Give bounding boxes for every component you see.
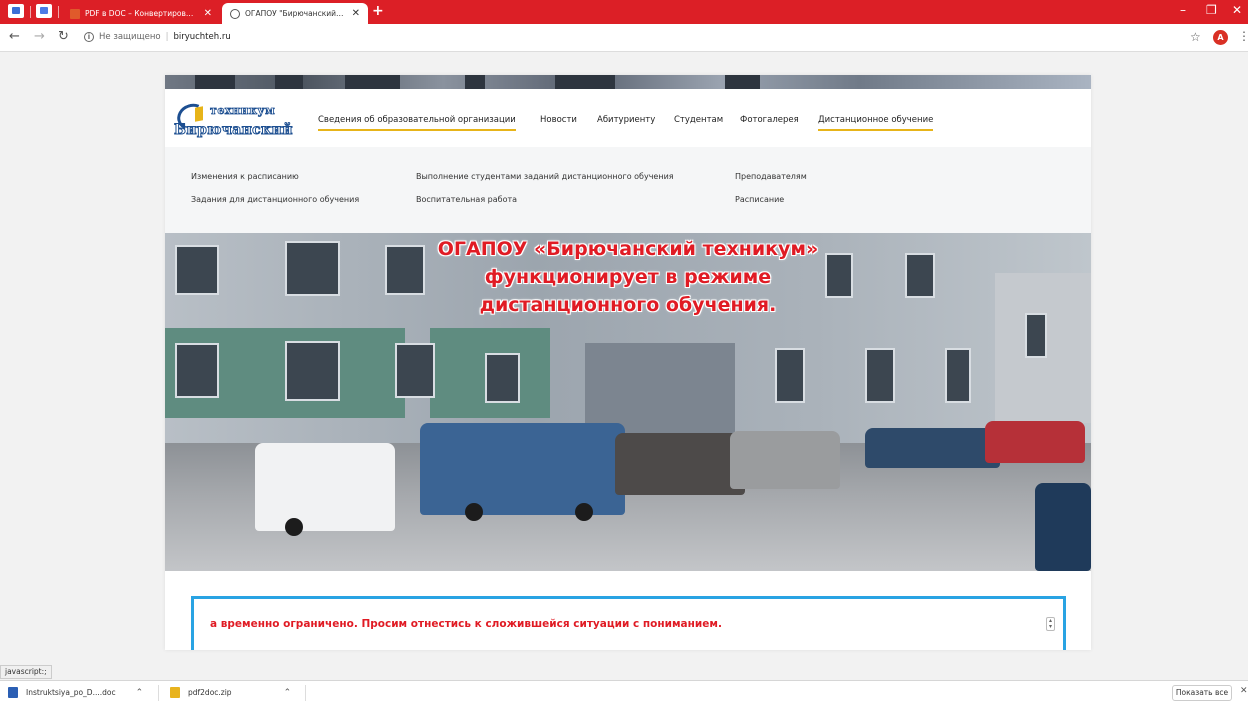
logo-line2: Бирючанский	[174, 122, 293, 139]
red-car	[985, 421, 1085, 463]
website-container: техникум Бирючанский Сведения об образов…	[165, 75, 1091, 650]
tab-separator	[58, 6, 59, 18]
submenu-educational-work[interactable]: Воспитательная работа	[416, 195, 517, 204]
tab-label: ОГАПОУ "Бирючанский техникум"	[245, 9, 346, 18]
grey-car	[730, 431, 840, 489]
marquee-notice: а временно ограничено. Просим отнестись …	[191, 596, 1066, 650]
nav-students[interactable]: Студентам	[674, 115, 723, 125]
profile-avatar[interactable]: A	[1213, 30, 1228, 45]
dark-car	[615, 433, 745, 495]
reload-icon[interactable]: ↻	[58, 29, 69, 44]
entrance-canopy	[585, 343, 735, 433]
white-car	[255, 443, 395, 531]
close-window-icon[interactable]: ✕	[1232, 3, 1242, 17]
nav-news[interactable]: Новости	[540, 115, 577, 125]
minimize-icon[interactable]: –	[1180, 3, 1186, 17]
logo-flag-icon	[195, 106, 203, 122]
pinned-tab-2[interactable]	[36, 4, 52, 18]
close-icon[interactable]: ✕	[204, 8, 212, 19]
security-label: Не защищено	[99, 32, 161, 42]
header-photo-strip	[165, 75, 1091, 89]
dark-blue-car	[1035, 483, 1091, 571]
logo-line1: техникум	[210, 104, 276, 118]
submenu-schedule[interactable]: Расписание	[735, 195, 784, 204]
status-bubble: javascript:;	[0, 665, 52, 679]
hero-title-line3: дистанционного обучения.	[479, 294, 777, 316]
site-logo[interactable]: техникум Бирючанский	[173, 99, 308, 142]
submenu-distance-tasks[interactable]: Задания для дистанционного обучения	[191, 195, 359, 204]
bookmark-star-icon[interactable]: ☆	[1190, 30, 1201, 44]
tab-biryuchteh[interactable]: ОГАПОУ "Бирючанский техникум" ✕	[222, 3, 368, 24]
divider: |	[165, 32, 169, 42]
zip-file-icon	[170, 687, 180, 698]
globe-icon	[230, 8, 240, 19]
maximize-icon[interactable]: ❐	[1206, 3, 1217, 17]
chevron-up-icon[interactable]: ⌃	[284, 688, 292, 698]
submenu-schedule-changes[interactable]: Изменения к расписанию	[191, 172, 299, 181]
notice-text: а временно ограничено. Просим отнестись …	[210, 618, 722, 630]
hero-title-line1: ОГАПОУ «Бирючанский техникум»	[437, 238, 819, 260]
nav-applicants[interactable]: Абитуриенту	[597, 115, 655, 125]
downloads-bar: Instruktsiya_po_D....doc ⌃ pdf2doc.zip ⌃…	[0, 680, 1248, 704]
hero-banner: ОГАПОУ «Бирючанский техникум» функционир…	[165, 233, 1091, 571]
back-icon[interactable]: ←	[9, 29, 20, 44]
tab-strip: PDF в DOC – Конвертировать PDF ✕ ОГАПОУ …	[0, 0, 1248, 24]
chevron-up-icon[interactable]: ⌃	[136, 688, 144, 698]
blue-suv	[420, 423, 625, 515]
nav-about[interactable]: Сведения об образовательной организации	[318, 115, 516, 131]
address-bar[interactable]: i Не защищено | biryuchteh.ru	[84, 28, 1184, 46]
pdf-icon	[70, 8, 80, 19]
forward-icon[interactable]: →	[34, 29, 45, 44]
word-file-icon	[8, 687, 18, 698]
dropdown-submenu: Изменения к расписанию Выполнение студен…	[165, 147, 1091, 233]
submenu-teachers[interactable]: Преподавателям	[735, 172, 807, 181]
download-item-doc[interactable]: Instruktsiya_po_D....doc ⌃	[8, 687, 143, 698]
nav-gallery[interactable]: Фотогалерея	[740, 115, 799, 125]
new-tab-button[interactable]: +	[372, 3, 384, 19]
show-all-button[interactable]: Показать все	[1172, 685, 1232, 701]
close-icon[interactable]: ✕	[1240, 686, 1248, 696]
menu-kebab-icon[interactable]: ⋮	[1238, 29, 1248, 43]
tab-separator	[30, 6, 31, 18]
hero-title-line2: функционирует в режиме	[484, 266, 772, 288]
tab-pdf-to-doc[interactable]: PDF в DOC – Конвертировать PDF ✕	[62, 3, 220, 24]
pinned-tab-1[interactable]	[8, 4, 24, 18]
browser-toolbar: ← → ↻ i Не защищено | biryuchteh.ru ☆ A …	[0, 24, 1248, 52]
scroll-arrows-icon[interactable]: ▴ ▾	[1046, 617, 1055, 631]
nav-distance-learning[interactable]: Дистанционное обучение	[818, 115, 934, 131]
site-header: техникум Бирючанский Сведения об образов…	[165, 89, 1091, 147]
download-item-zip[interactable]: pdf2doc.zip ⌃	[170, 687, 291, 698]
download-name: pdf2doc.zip	[188, 688, 232, 697]
submenu-student-assignments[interactable]: Выполнение студентами заданий дистанцион…	[416, 172, 674, 181]
info-icon[interactable]: i	[84, 32, 94, 42]
close-icon[interactable]: ✕	[352, 8, 360, 19]
navy-car	[865, 428, 1000, 468]
url-text: biryuchteh.ru	[173, 32, 231, 42]
tab-label: PDF в DOC – Конвертировать PDF	[85, 9, 198, 18]
download-name: Instruktsiya_po_D....doc	[26, 688, 116, 697]
